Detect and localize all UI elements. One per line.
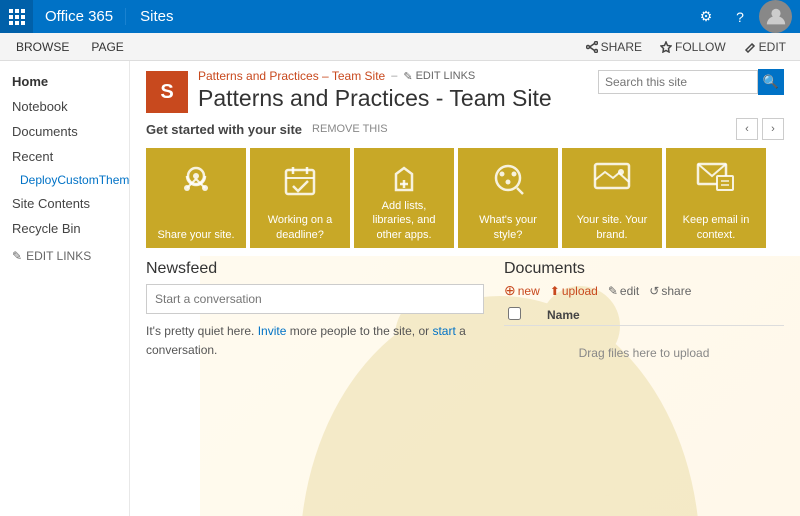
breadcrumb-sep: – — [391, 70, 397, 82]
content-area: 🔍 S Patterns and Practices – Team Site –… — [130, 61, 800, 516]
get-started-section: Get started with your site REMOVE THIS ‹… — [130, 118, 800, 248]
tiles-navigation: ‹ › — [736, 118, 784, 140]
sidebar-item-deploycustomtheme[interactable]: DeployCustomTheme — [0, 169, 129, 191]
sidebar-item-notebook[interactable]: Notebook — [0, 94, 129, 119]
main-wrapper: Home Notebook Documents Recent DeployCus… — [0, 61, 800, 516]
waffle-icon[interactable] — [0, 0, 33, 33]
breadcrumb-row: Patterns and Practices – Team Site – ✎ E… — [198, 69, 784, 83]
newsfeed-section: Newsfeed It's pretty quiet here. Invite … — [146, 260, 484, 380]
page-tab[interactable]: PAGE — [83, 33, 131, 61]
site-header: S Patterns and Practices – Team Site – ✎… — [130, 61, 800, 118]
site-title: Patterns and Practices - Team Site — [198, 85, 784, 112]
follow-button[interactable]: FOLLOW — [654, 40, 732, 54]
edit-button[interactable]: EDIT — [738, 40, 792, 54]
sidebar-item-documents[interactable]: Documents — [0, 119, 129, 144]
get-started-header: Get started with your site REMOVE THIS ‹… — [146, 118, 784, 140]
browse-tab[interactable]: BROWSE — [8, 33, 77, 61]
pencil-icon: ✎ — [12, 249, 22, 263]
remove-this-button[interactable]: REMOVE THIS — [312, 123, 388, 135]
tile-brand-icon — [591, 160, 633, 199]
app-title: Office 365 — [33, 8, 126, 25]
user-avatar[interactable] — [759, 0, 792, 33]
tiles-prev-button[interactable]: ‹ — [736, 118, 758, 140]
top-icons: ⚙ ? — [691, 0, 800, 33]
plus-icon: ⊕ — [504, 282, 516, 299]
sidebar: Home Notebook Documents Recent DeployCus… — [0, 61, 130, 516]
tile-style-icon — [487, 160, 529, 203]
sites-label[interactable]: Sites — [126, 8, 187, 25]
doc-drag-hint: Drag files here to upload — [504, 326, 784, 381]
tile-style-label: What's your style? — [464, 213, 552, 242]
tiles-next-button[interactable]: › — [762, 118, 784, 140]
tile-brand-label: Your site. Your brand. — [568, 213, 656, 242]
follow-label: FOLLOW — [675, 40, 726, 54]
sidebar-item-home[interactable]: Home — [0, 69, 129, 94]
newsfeed-input[interactable] — [146, 284, 484, 314]
tile-apps[interactable]: Add lists, libraries, and other apps. — [354, 148, 454, 248]
pencil-icon-small: ✎ — [403, 70, 412, 83]
tile-share-label: Share your site. — [157, 228, 234, 242]
sidebar-item-recent[interactable]: Recent — [0, 144, 129, 169]
doc-select-all[interactable] — [508, 307, 521, 320]
tile-deadline[interactable]: Working on a deadline? — [250, 148, 350, 248]
tiles-row: Share your site. Working on a deadline? — [146, 148, 784, 248]
tile-brand[interactable]: Your site. Your brand. — [562, 148, 662, 248]
sidebar-item-recyclebin[interactable]: Recycle Bin — [0, 216, 129, 241]
documents-section: Documents ⊕ new ⬆ upload ✎ edit — [504, 260, 784, 380]
share-label: SHARE — [601, 40, 642, 54]
tile-apps-label: Add lists, libraries, and other apps. — [360, 199, 448, 242]
edit-links-button[interactable]: ✎ EDIT LINKS — [403, 70, 475, 83]
documents-title: Documents — [504, 260, 784, 278]
upload-icon: ⬆ — [550, 284, 560, 298]
sidebar-item-sitecontents[interactable]: Site Contents — [0, 191, 129, 216]
nav-bar: BROWSE PAGE SHARE FOLLOW EDIT — [0, 33, 800, 61]
doc-edit-button[interactable]: ✎ edit — [608, 284, 639, 298]
help-icon[interactable]: ? — [725, 0, 755, 33]
doc-name-header: Name — [543, 305, 784, 326]
tile-email-label: Keep email in context. — [672, 213, 760, 242]
tile-style[interactable]: What's your style? — [458, 148, 558, 248]
breadcrumb[interactable]: Patterns and Practices – Team Site — [198, 69, 385, 83]
newsfeed-title: Newsfeed — [146, 260, 484, 278]
share-icon-small: ↺ — [649, 284, 659, 298]
doc-table: Name Drag files here to upload — [504, 305, 784, 380]
tile-deadline-icon — [280, 160, 320, 203]
sharepoint-logo: S — [146, 71, 188, 113]
doc-upload-button[interactable]: ⬆ upload — [550, 284, 598, 298]
edit-label: EDIT — [759, 40, 786, 54]
tile-share-icon — [175, 162, 217, 207]
newsfeed-hint: It's pretty quiet here. Invite more peop… — [146, 322, 484, 360]
tile-email-icon — [695, 160, 737, 199]
doc-new-button[interactable]: ⊕ new — [504, 282, 540, 299]
share-button[interactable]: SHARE — [580, 40, 648, 54]
sidebar-edit-links[interactable]: ✎ EDIT LINKS — [0, 241, 129, 271]
top-bar: Office 365 Sites ⚙ ? — [0, 0, 800, 33]
start-link[interactable]: start — [432, 324, 455, 338]
doc-actions: ⊕ new ⬆ upload ✎ edit ↺ share — [504, 282, 784, 299]
edit-icon-small: ✎ — [608, 284, 618, 298]
tile-apps-icon — [384, 160, 424, 203]
tile-share[interactable]: Share your site. — [146, 148, 246, 248]
tile-deadline-label: Working on a deadline? — [256, 213, 344, 242]
invite-link[interactable]: Invite — [258, 324, 287, 338]
gear-icon[interactable]: ⚙ — [691, 0, 721, 33]
tile-email[interactable]: Keep email in context. — [666, 148, 766, 248]
doc-share-button[interactable]: ↺ share — [649, 284, 691, 298]
get-started-title: Get started with your site — [146, 122, 302, 137]
bottom-content: Newsfeed It's pretty quiet here. Invite … — [130, 248, 800, 380]
table-row: Drag files here to upload — [504, 326, 784, 381]
